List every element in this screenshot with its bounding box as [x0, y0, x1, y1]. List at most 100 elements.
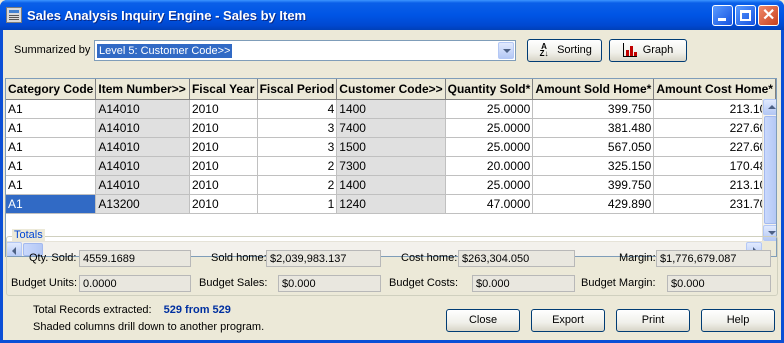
- table-header-row: Category Code Item Number>> Fiscal Year …: [6, 79, 776, 100]
- column-header-item-number[interactable]: Item Number>>: [95, 79, 190, 100]
- cell-item-number[interactable]: A14010: [95, 137, 190, 157]
- cell-category-code[interactable]: A1: [6, 137, 97, 157]
- cell-item-number[interactable]: A14010: [95, 175, 190, 195]
- minimize-button[interactable]: [712, 5, 733, 26]
- cell-fiscal-period[interactable]: 1: [257, 194, 338, 214]
- maximize-button[interactable]: [735, 5, 756, 26]
- chevron-down-icon[interactable]: [498, 42, 514, 59]
- vertical-scroll-thumb[interactable]: [764, 116, 776, 224]
- cell-fiscal-period[interactable]: 2: [257, 156, 338, 176]
- cell-fiscal-period[interactable]: 2: [257, 175, 338, 195]
- cell-fiscal-year[interactable]: 2010: [189, 137, 258, 157]
- cell-customer-code[interactable]: 1240: [336, 194, 446, 214]
- cell-amount-sold-home[interactable]: 399.750: [532, 175, 655, 195]
- cell-fiscal-period[interactable]: 3: [257, 137, 338, 157]
- cell-item-number[interactable]: A13200: [95, 194, 190, 214]
- sort-az-icon: A Z↓: [539, 41, 549, 58]
- cell-category-code[interactable]: A1: [6, 194, 97, 214]
- cell-amount-sold-home[interactable]: 325.150: [532, 156, 655, 176]
- budget-margin-label: Budget Margin:: [581, 277, 656, 289]
- cell-category-code[interactable]: A1: [6, 156, 97, 176]
- cell-customer-code[interactable]: 1400: [336, 99, 446, 119]
- sold-home-label: Sold home:: [211, 252, 267, 264]
- column-header-amount-sold-home[interactable]: Amount Sold Home*: [532, 79, 655, 100]
- cell-customer-code[interactable]: 7400: [336, 118, 446, 138]
- cell-quantity-sold[interactable]: 25.0000: [445, 137, 534, 157]
- summarized-by-label: Summarized by: [14, 44, 91, 56]
- app-window-icon[interactable]: [6, 7, 22, 23]
- sales-table: Category Code Item Number>> Fiscal Year …: [6, 79, 776, 214]
- title-bar[interactable]: Sales Analysis Inquiry Engine - Sales by…: [0, 0, 784, 30]
- cell-amount-cost-home[interactable]: 227.600: [653, 118, 776, 138]
- column-header-customer-code[interactable]: Customer Code>>: [336, 79, 446, 100]
- sales-grid[interactable]: Category Code Item Number>> Fiscal Year …: [5, 78, 777, 257]
- close-button[interactable]: Close: [446, 309, 520, 332]
- cell-item-number[interactable]: A14010: [95, 156, 190, 176]
- window-title: Sales Analysis Inquiry Engine - Sales by…: [27, 8, 307, 23]
- vertical-scrollbar[interactable]: [762, 99, 776, 241]
- cell-amount-sold-home[interactable]: 399.750: [532, 99, 655, 119]
- margin-value: $1,776,679.087: [656, 250, 771, 267]
- cell-quantity-sold[interactable]: 20.0000: [445, 156, 534, 176]
- column-header-category-code[interactable]: Category Code: [6, 79, 97, 100]
- cell-customer-code[interactable]: 1500: [336, 137, 446, 157]
- cell-amount-cost-home[interactable]: 231.700: [653, 194, 776, 214]
- cell-amount-cost-home[interactable]: 227.600: [653, 137, 776, 157]
- cell-quantity-sold[interactable]: 25.0000: [445, 118, 534, 138]
- cell-category-code[interactable]: A1: [6, 175, 97, 195]
- table-row[interactable]: A1 A14010 2010 4 1400 25.0000 399.750 21…: [6, 99, 776, 119]
- cell-category-code[interactable]: A1: [6, 118, 97, 138]
- cell-customer-code[interactable]: 7300: [336, 156, 446, 176]
- print-button[interactable]: Print: [616, 309, 690, 332]
- cell-fiscal-year[interactable]: 2010: [189, 118, 258, 138]
- qty-sold-label: Qty. Sold:: [29, 252, 77, 264]
- cost-home-value: $263,304.050: [458, 250, 575, 267]
- close-window-button[interactable]: ✕: [758, 5, 779, 26]
- cell-fiscal-year[interactable]: 2010: [189, 156, 258, 176]
- column-header-quantity-sold[interactable]: Quantity Sold*: [445, 79, 534, 100]
- cell-quantity-sold[interactable]: 47.0000: [445, 194, 534, 214]
- cell-fiscal-period[interactable]: 4: [257, 99, 338, 119]
- margin-label: Margin:: [619, 252, 656, 264]
- cell-category-code[interactable]: A1: [6, 99, 97, 119]
- budget-margin-value: $0.000: [667, 275, 771, 292]
- records-count: 529 from 529: [163, 304, 231, 316]
- qty-sold-value: 4559.1689: [79, 250, 191, 267]
- scroll-up-button[interactable]: [763, 99, 776, 115]
- budget-costs-value: $0.000: [472, 275, 575, 292]
- column-header-amount-cost-home[interactable]: Amount Cost Home*: [653, 79, 776, 100]
- cell-fiscal-year[interactable]: 2010: [189, 194, 258, 214]
- summarized-by-select[interactable]: Level 5: Customer Code>>: [94, 40, 516, 61]
- cell-fiscal-period[interactable]: 3: [257, 118, 338, 138]
- table-row[interactable]: A1 A14010 2010 2 1400 25.0000 399.750 21…: [6, 175, 776, 195]
- graph-button[interactable]: Graph: [609, 39, 687, 62]
- sorting-button[interactable]: A Z↓ Sorting: [527, 39, 602, 62]
- table-row-selected[interactable]: A1 A13200 2010 1 1240 47.0000 429.890 23…: [6, 194, 776, 214]
- graph-label: Graph: [642, 44, 674, 56]
- table-row[interactable]: A1 A14010 2010 3 7400 25.0000 381.480 22…: [6, 118, 776, 138]
- cell-amount-sold-home[interactable]: 381.480: [532, 118, 655, 138]
- cell-quantity-sold[interactable]: 25.0000: [445, 175, 534, 195]
- cell-quantity-sold[interactable]: 25.0000: [445, 99, 534, 119]
- table-row[interactable]: A1 A14010 2010 3 1500 25.0000 567.050 22…: [6, 137, 776, 157]
- column-header-fiscal-year[interactable]: Fiscal Year: [189, 79, 258, 100]
- cell-item-number[interactable]: A14010: [95, 99, 190, 119]
- cell-amount-cost-home[interactable]: 213.100: [653, 175, 776, 195]
- cell-amount-cost-home[interactable]: 170.480: [653, 156, 776, 176]
- help-button[interactable]: Help: [701, 309, 775, 332]
- column-header-fiscal-period[interactable]: Fiscal Period: [257, 79, 338, 100]
- cost-home-label: Cost home:: [401, 252, 458, 264]
- export-button[interactable]: Export: [531, 309, 605, 332]
- cell-amount-sold-home[interactable]: 567.050: [532, 137, 655, 157]
- sorting-label: Sorting: [557, 44, 592, 56]
- cell-amount-sold-home[interactable]: 429.890: [532, 194, 655, 214]
- cell-item-number[interactable]: A14010: [95, 118, 190, 138]
- drilldown-note: Shaded columns drill down to another pro…: [33, 321, 265, 333]
- cell-amount-cost-home[interactable]: 213.100: [653, 99, 776, 119]
- cell-customer-code[interactable]: 1400: [336, 175, 446, 195]
- budget-units-value: 0.0000: [79, 275, 191, 292]
- cell-fiscal-year[interactable]: 2010: [189, 175, 258, 195]
- sold-home-value: $2,039,983.137: [266, 250, 381, 267]
- cell-fiscal-year[interactable]: 2010: [189, 99, 258, 119]
- table-row[interactable]: A1 A14010 2010 2 7300 20.0000 325.150 17…: [6, 156, 776, 176]
